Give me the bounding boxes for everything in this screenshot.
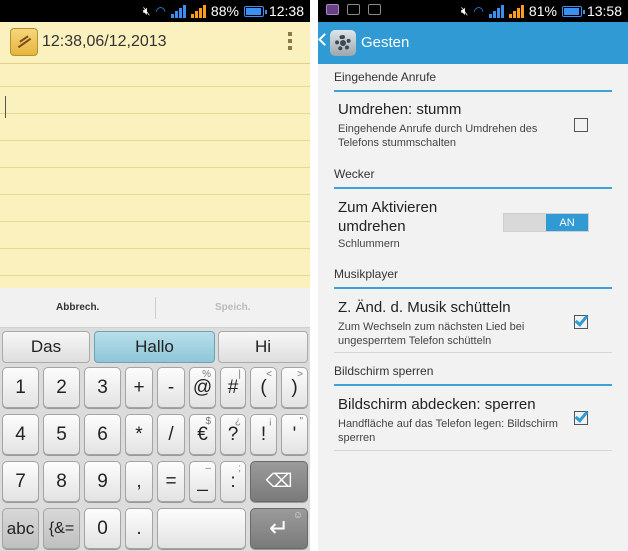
key[interactable]: 6 — [84, 414, 121, 455]
toggle-on-label: AN — [546, 214, 588, 231]
key[interactable]: – _ — [189, 461, 216, 502]
suggestion-hallo[interactable]: Hallo — [94, 331, 215, 363]
status-bar: 🔇︎ ◠ 88% 12:38 — [0, 0, 310, 22]
key[interactable]: 0 — [84, 508, 121, 549]
battery-icon — [561, 5, 585, 17]
suggestion-hi[interactable]: Hi — [218, 331, 308, 363]
key[interactable]: 3 — [84, 367, 121, 408]
section-header-incoming-calls: Eingehende Anrufe — [334, 70, 612, 92]
keyboard: Abbrech. Speich. Das Hallo Hi 1 2 3 + - … — [0, 288, 310, 551]
pref-summary-flip-mute: Eingehende Anrufe durch Umdrehen des Tel… — [338, 123, 538, 149]
key[interactable]: , — [125, 461, 153, 502]
key[interactable]: 5 — [43, 414, 80, 455]
key[interactable]: / — [157, 414, 185, 455]
key[interactable]: 9 — [84, 461, 121, 502]
divider — [334, 352, 612, 353]
gear-icon[interactable] — [330, 30, 356, 56]
pref-summary-cover-lock: Handfläche auf das Telefon legen: Bildsc… — [338, 418, 558, 444]
action-divider — [155, 297, 156, 319]
backspace-key[interactable]: ⌫ — [250, 461, 308, 502]
notepad-screen: 🔇︎ ◠ 88% 12:38 12:38,06/12,2013 Abbrech.… — [0, 0, 310, 551]
key[interactable]: 7 — [2, 461, 39, 502]
backspace-icon: ⌫ — [265, 471, 293, 492]
enter-icon: ↵ — [268, 515, 290, 542]
battery-percent: 81% — [528, 3, 557, 19]
cancel-button[interactable]: Abbrech. — [56, 302, 99, 313]
screen-gap — [310, 0, 318, 551]
section-header-lock-screen: Bildschirm sperren — [334, 364, 612, 386]
mute-icon: 🔇︎ — [142, 3, 151, 18]
key[interactable]: % @ — [189, 367, 216, 408]
section-header-music-player: Musikplayer — [334, 267, 612, 289]
key[interactable]: 4 — [2, 414, 39, 455]
key[interactable]: 2 — [43, 367, 80, 408]
key[interactable]: . — [125, 508, 153, 549]
pref-summary-shake-music: Zum Wechseln zum nächsten Lied bei unges… — [338, 321, 525, 347]
checkmark-icon — [574, 312, 589, 327]
text-cursor — [5, 96, 6, 118]
battery-percent: 88% — [210, 3, 239, 19]
settings-screen: 🔇︎ ◠ 81% 13:58 Gesten Eingehende Anrufe … — [318, 0, 628, 551]
signal-icon — [488, 4, 504, 18]
key[interactable]: $ € — [189, 414, 216, 455]
cover-lock-checkbox[interactable] — [574, 408, 589, 425]
pref-title-cover-lock[interactable]: Bildschirm abdecken: sperren — [338, 396, 536, 413]
key[interactable]: * — [125, 414, 153, 455]
note-text-area[interactable] — [0, 64, 310, 288]
battery-icon — [243, 5, 267, 17]
page-title: Gesten — [361, 34, 410, 51]
status-time: 12:38 — [268, 3, 304, 19]
key[interactable]: ¿? — [220, 414, 246, 455]
action-bar: Gesten — [318, 22, 628, 64]
abc-mode-key[interactable]: abc — [2, 508, 39, 549]
key[interactable]: ;: — [220, 461, 246, 502]
smiley-icon: ☺ — [292, 510, 303, 521]
status-time: 13:58 — [586, 3, 622, 19]
signal-2-icon — [190, 4, 206, 18]
key[interactable]: >) — [281, 367, 308, 408]
divider — [334, 450, 612, 451]
overflow-menu-icon[interactable] — [288, 32, 292, 53]
pref-title-flip-mute[interactable]: Umdrehen: stumm — [338, 101, 461, 118]
pref-title-shake-music[interactable]: Z. Änd. d. Musik schütteln — [338, 299, 511, 316]
suggestion-das[interactable]: Das — [2, 331, 90, 363]
symbol-mode-key[interactable]: {&= — [43, 508, 80, 549]
pref-title-flip-activate[interactable]: Zum Aktivieren umdrehen — [338, 198, 468, 236]
note-title[interactable]: 12:38,06/12,2013 — [42, 33, 167, 51]
notification-app-icon — [326, 4, 339, 15]
wifi-icon: ◠ — [473, 3, 484, 18]
back-chevron-icon[interactable] — [318, 33, 331, 46]
notepad-app-icon[interactable] — [10, 28, 38, 56]
notification-image-icon — [347, 4, 360, 15]
note-editor: 12:38,06/12,2013 — [0, 22, 310, 288]
key[interactable]: <( — [250, 367, 277, 408]
notification-screenshot-icon — [368, 4, 381, 15]
key[interactable]: 1 — [2, 367, 39, 408]
keyboard-action-bar: Abbrech. Speich. — [0, 288, 310, 328]
signal-icon — [170, 4, 186, 18]
key[interactable]: | # — [220, 367, 246, 408]
signal-2-icon — [508, 4, 524, 18]
shake-music-checkbox[interactable] — [574, 312, 589, 329]
key[interactable]: = — [157, 461, 185, 502]
key[interactable]: - — [157, 367, 185, 408]
status-bar: 🔇︎ ◠ 81% 13:58 — [318, 0, 628, 22]
alarm-flip-toggle[interactable]: AN — [503, 213, 589, 232]
space-key[interactable] — [157, 508, 246, 549]
pref-summary-snooze: Schlummern — [338, 238, 400, 250]
enter-key[interactable]: ☺ ↵ — [250, 508, 308, 549]
key[interactable]: " ' — [281, 414, 308, 455]
wifi-icon: ◠ — [155, 3, 166, 18]
save-button[interactable]: Speich. — [215, 302, 251, 313]
key[interactable]: 8 — [43, 461, 80, 502]
key[interactable]: ¡! — [250, 414, 277, 455]
mute-icon: 🔇︎ — [460, 3, 469, 18]
flip-mute-checkbox[interactable] — [574, 118, 588, 132]
checkmark-icon — [574, 408, 589, 423]
note-header: 12:38,06/12,2013 — [0, 22, 310, 64]
key[interactable]: + — [125, 367, 153, 408]
section-header-alarm: Wecker — [334, 167, 612, 189]
